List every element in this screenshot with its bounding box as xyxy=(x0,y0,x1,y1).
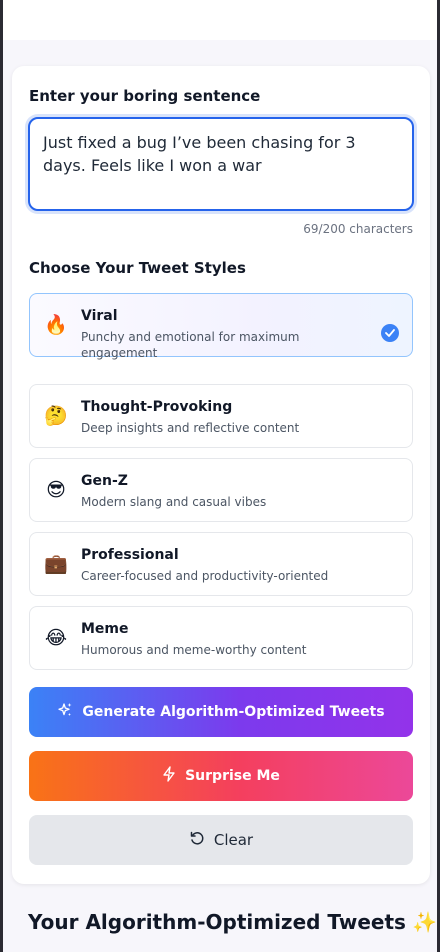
generate-tweets-button[interactable]: Generate Algorithm-Optimized Tweets xyxy=(29,687,413,737)
clear-button-label: Clear xyxy=(213,831,254,849)
style-description: Modern slang and casual vibes xyxy=(81,495,267,509)
sentence-input[interactable]: Just fixed a bug I’ve been chasing for 3… xyxy=(28,117,414,211)
sunglasses-face-icon: 😎 xyxy=(46,479,66,501)
style-description: Deep insights and reflective content xyxy=(81,421,300,435)
thinking-face-icon: 🤔 xyxy=(44,405,68,427)
style-description: Punchy and emotional for maximum engagem… xyxy=(81,330,300,360)
style-option-professional[interactable]: 💼 Professional Career-focused and produc… xyxy=(29,532,413,596)
style-option-thought-provoking[interactable]: 🤔 Thought-Provoking Deep insights and re… xyxy=(29,384,413,448)
sparkles-icon xyxy=(57,702,73,722)
clear-button[interactable]: Clear xyxy=(29,815,413,865)
check-icon xyxy=(381,324,399,342)
window-frame-left xyxy=(0,0,3,952)
style-title: Gen-Z xyxy=(81,473,128,489)
surprise-button-label: Surprise Me xyxy=(185,768,280,784)
styles-label: Choose Your Tweet Styles xyxy=(29,259,246,277)
style-description: Humorous and meme-worthy content xyxy=(81,643,307,657)
style-title: Thought-Provoking xyxy=(81,399,233,415)
tweet-generator-card: Enter your boring sentence Just fixed a … xyxy=(12,66,430,884)
style-title: Meme xyxy=(81,621,129,637)
style-option-meme[interactable]: 😂 Meme Humorous and meme-worthy content xyxy=(29,606,413,670)
style-description: Career-focused and productivity-oriented xyxy=(81,569,329,583)
briefcase-icon: 💼 xyxy=(44,553,68,575)
rotate-ccw-icon xyxy=(189,830,205,850)
style-title: Professional xyxy=(81,547,179,563)
fire-icon: 🔥 xyxy=(44,314,68,336)
laughing-face-icon: 😂 xyxy=(44,627,68,649)
character-count: 69/200 characters xyxy=(303,222,413,236)
sentence-label: Enter your boring sentence xyxy=(29,87,261,105)
generate-button-label: Generate Algorithm-Optimized Tweets xyxy=(82,704,385,720)
sparkles-icon: ✨ xyxy=(411,910,437,934)
results-heading-text: Your Algorithm-Optimized Tweets xyxy=(28,910,406,934)
top-bar xyxy=(3,0,437,40)
lightning-icon xyxy=(162,766,176,786)
style-option-gen-z[interactable]: 😎 Gen-Z Modern slang and casual vibes xyxy=(29,458,413,522)
results-heading: Your Algorithm-Optimized Tweets ✨ xyxy=(28,910,437,934)
style-title: Viral xyxy=(81,308,118,324)
surprise-me-button[interactable]: Surprise Me xyxy=(29,751,413,801)
style-option-viral[interactable]: 🔥 Viral Punchy and emotional for maximum… xyxy=(29,293,413,360)
